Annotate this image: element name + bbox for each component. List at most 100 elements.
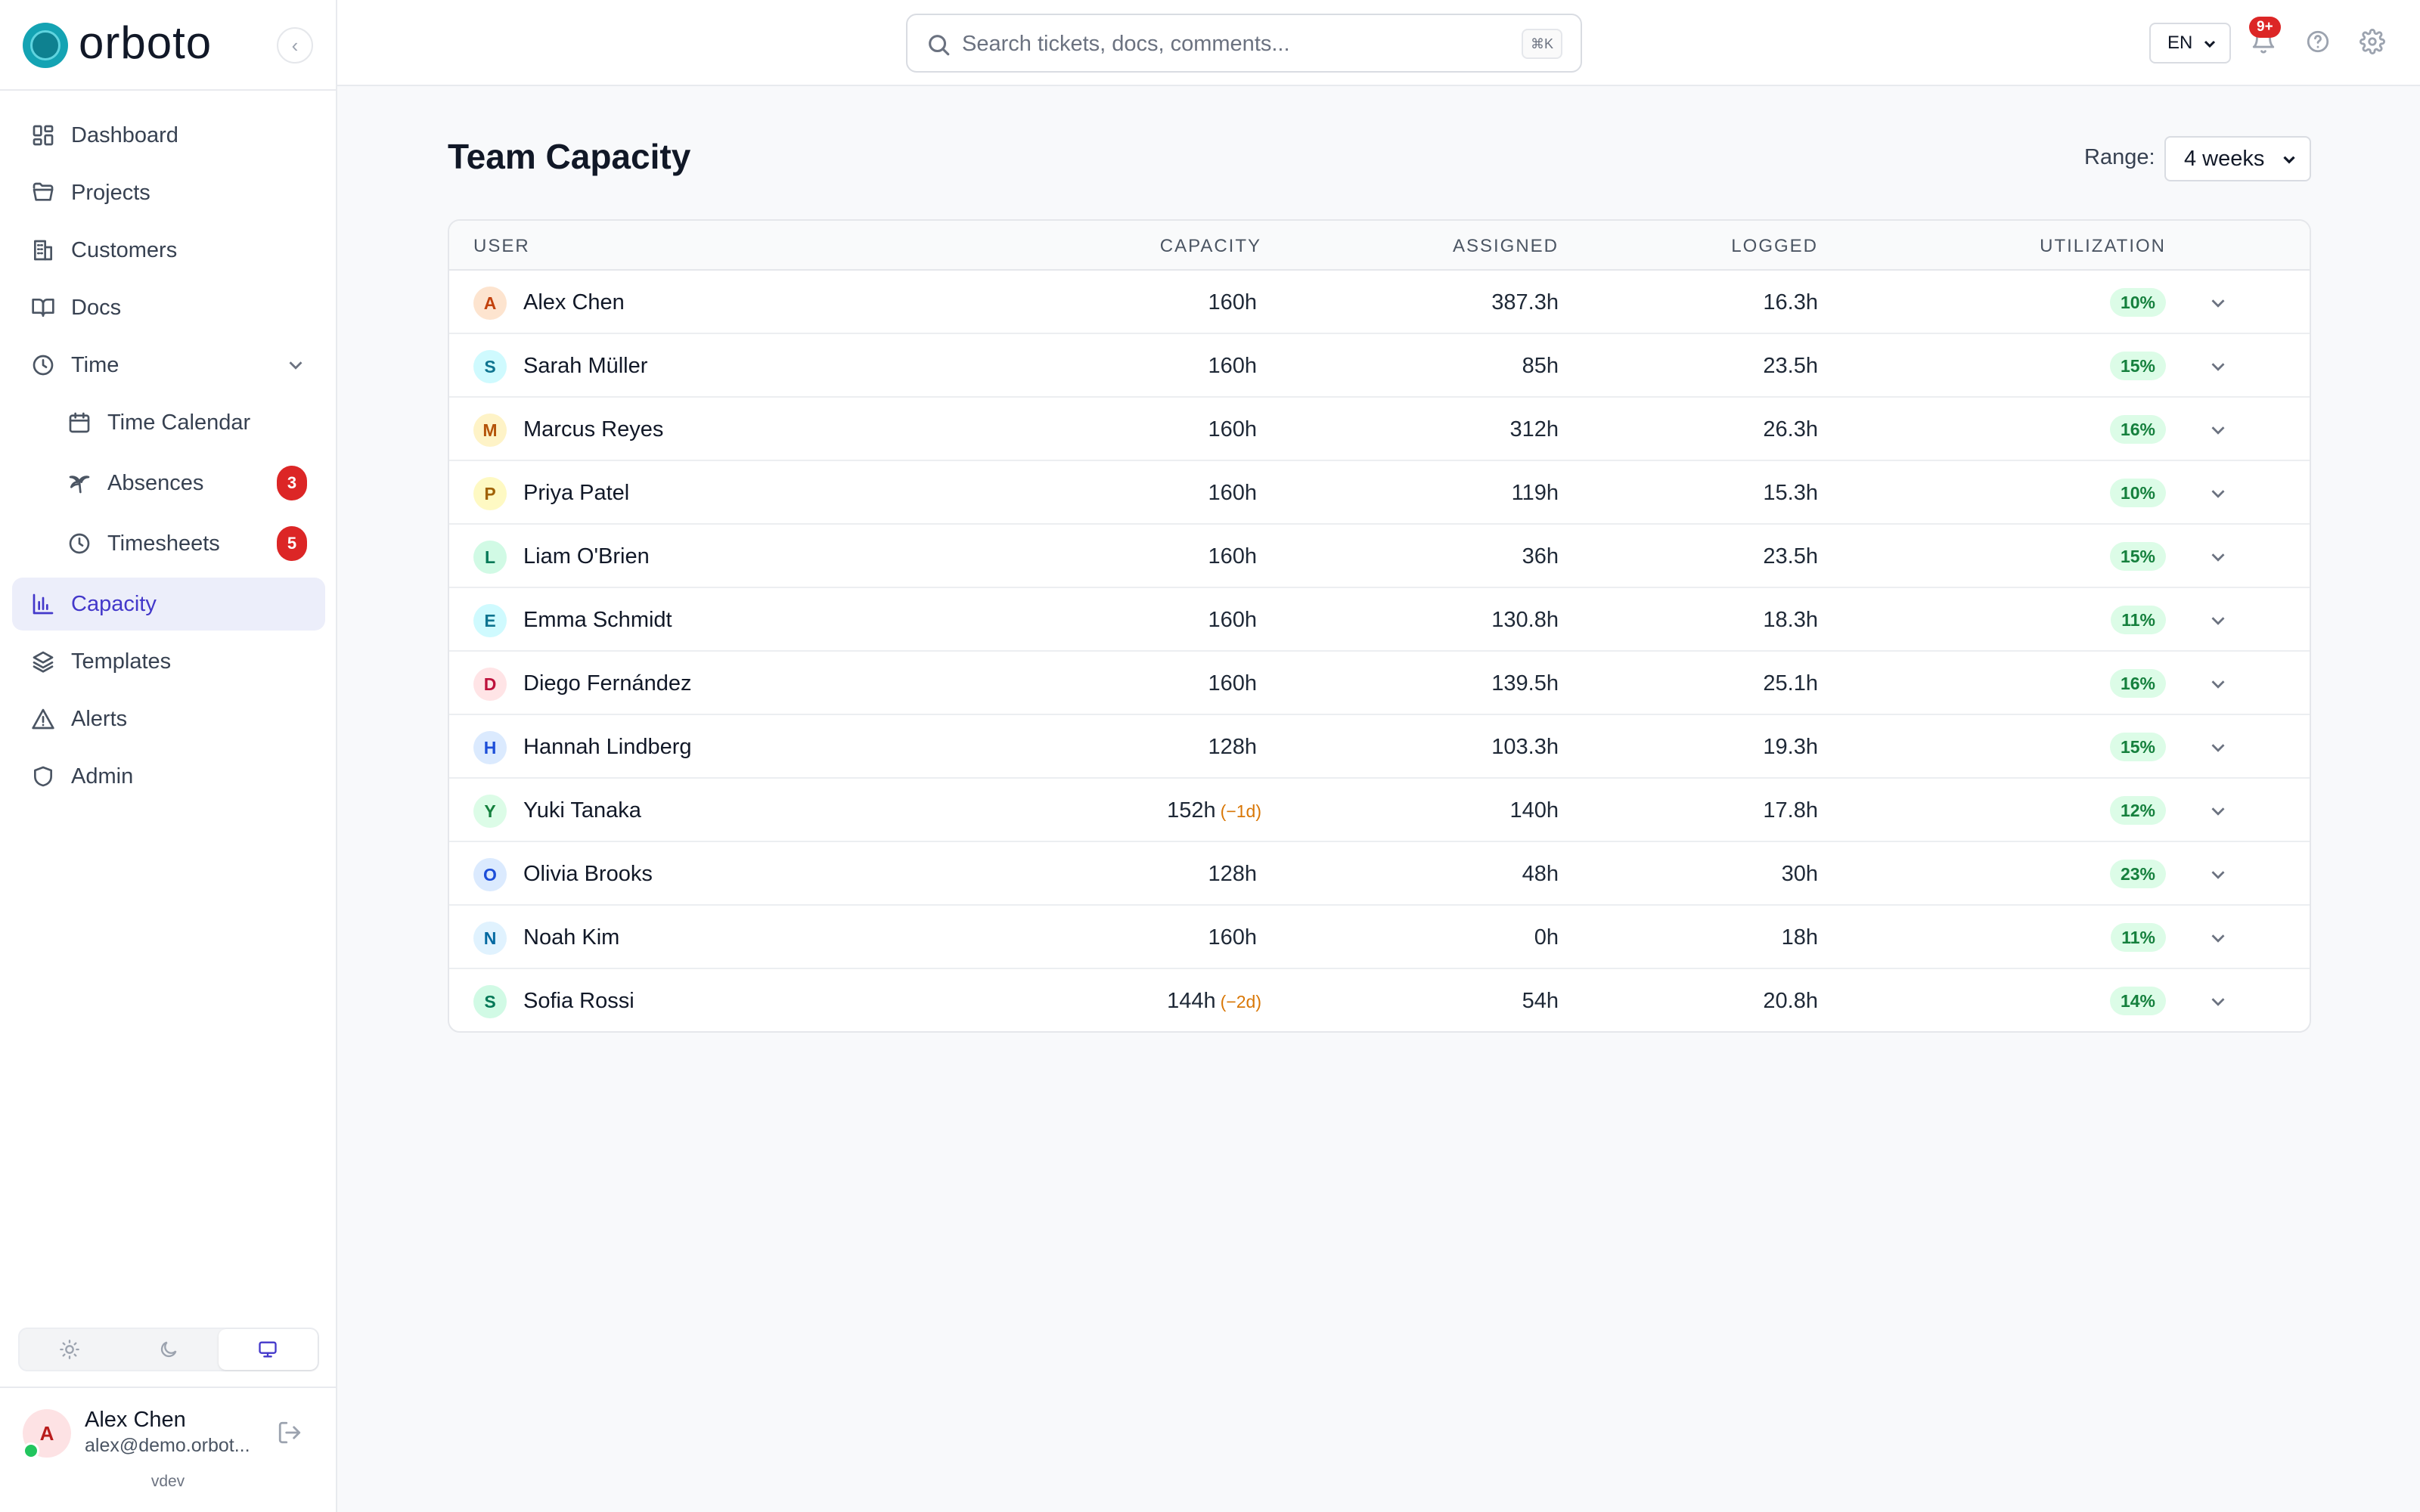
- expand-row-chevron-down-icon[interactable]: [2207, 355, 2229, 378]
- folder-open-icon: [30, 180, 56, 206]
- dashboard-grid-icon: [30, 122, 56, 148]
- sidebar-item-alerts[interactable]: Alerts: [12, 692, 325, 745]
- notifications-badge: 9+: [2249, 17, 2281, 38]
- capacity-value: 160h: [1208, 671, 1257, 696]
- sidebar-item-time[interactable]: Time: [12, 339, 325, 392]
- user-name: Priya Patel: [523, 481, 630, 505]
- theme-dark-button[interactable]: [119, 1329, 218, 1370]
- table-row[interactable]: O Olivia Brooks 128h 48h 30h 23%: [449, 842, 2310, 906]
- table-row[interactable]: S Sarah Müller 160h 85h 23.5h 15%: [449, 334, 2310, 398]
- table-row[interactable]: N Noah Kim 160h 0h 18h 11%: [449, 906, 2310, 969]
- sidebar-nav: Dashboard Projects Customers Docs Time T…: [12, 109, 325, 807]
- table-row[interactable]: E Emma Schmidt 160h 130.8h 18.3h 11%: [449, 588, 2310, 652]
- search-input[interactable]: [962, 27, 1506, 60]
- user-email: alex@demo.orbot...: [85, 1435, 250, 1456]
- avatar: Y: [473, 795, 507, 828]
- logged-value: 25.1h: [1763, 671, 1818, 696]
- sidebar-item-label: Dashboard: [71, 122, 178, 147]
- table-row[interactable]: A Alex Chen 160h 387.3h 16.3h 10%: [449, 271, 2310, 334]
- user-name: Noah Kim: [523, 925, 620, 950]
- avatar: L: [473, 541, 507, 574]
- global-search[interactable]: ⌘K: [906, 14, 1582, 73]
- sidebar-item-label: Time Calendar: [107, 410, 251, 435]
- chevron-left-icon: ‹: [291, 33, 299, 57]
- user-name: Diego Fernández: [523, 671, 692, 696]
- capacity-adjustment: (−2d): [1220, 992, 1261, 1012]
- utilization-badge: 10%: [2109, 479, 2166, 507]
- sun-icon: [59, 1340, 79, 1359]
- table-row[interactable]: M Marcus Reyes 160h 312h 26.3h 16%: [449, 398, 2310, 461]
- table-header: USER CAPACITY ASSIGNED LOGGED UTILIZATIO…: [449, 221, 2310, 271]
- logged-value: 17.8h: [1763, 798, 1818, 823]
- sidebar-item-dashboard[interactable]: Dashboard: [12, 109, 325, 162]
- assigned-value: 54h: [1522, 989, 1559, 1013]
- absences-count-badge: 3: [277, 466, 307, 500]
- sidebar-item-label: Absences: [107, 470, 204, 495]
- user-name: Emma Schmidt: [523, 608, 672, 632]
- expand-row-chevron-down-icon[interactable]: [2207, 736, 2229, 759]
- layers-icon: [30, 649, 56, 674]
- theme-light-button[interactable]: [20, 1329, 119, 1370]
- search-icon: [926, 32, 951, 57]
- sidebar-item-absences[interactable]: Absences 3: [12, 457, 325, 510]
- sidebar-item-capacity[interactable]: Capacity: [12, 578, 325, 631]
- sidebar-item-customers[interactable]: Customers: [12, 224, 325, 277]
- logged-value: 15.3h: [1763, 481, 1818, 505]
- sidebar-item-templates[interactable]: Templates: [12, 635, 325, 688]
- expand-row-chevron-down-icon[interactable]: [2207, 927, 2229, 950]
- sidebar-item-label: Projects: [71, 180, 150, 205]
- logged-value: 26.3h: [1763, 417, 1818, 442]
- top-bar: ⌘K EN 9+: [337, 0, 2420, 86]
- expand-row-chevron-down-icon[interactable]: [2207, 609, 2229, 632]
- sidebar-item-timesheets[interactable]: Timesheets 5: [12, 517, 325, 570]
- expand-row-chevron-down-icon[interactable]: [2207, 419, 2229, 442]
- sidebar-item-admin[interactable]: Admin: [12, 750, 325, 803]
- expand-row-chevron-down-icon[interactable]: [2207, 673, 2229, 696]
- table-row[interactable]: S Sofia Rossi 144h (−2d) 54h 20.8h 14%: [449, 969, 2310, 1031]
- expand-row-chevron-down-icon[interactable]: [2207, 292, 2229, 314]
- table-row[interactable]: Y Yuki Tanaka 152h (−1d) 140h 17.8h 12%: [449, 779, 2310, 842]
- collapse-sidebar-button[interactable]: ‹: [277, 27, 313, 64]
- gear-icon: [2360, 29, 2385, 54]
- expand-row-chevron-down-icon[interactable]: [2207, 482, 2229, 505]
- table-row[interactable]: L Liam O'Brien 160h 36h 23.5h 15%: [449, 525, 2310, 588]
- expand-row-chevron-down-icon[interactable]: [2207, 546, 2229, 569]
- logout-icon: [278, 1421, 301, 1444]
- range-value: 4 weeks: [2184, 146, 2265, 171]
- sidebar-item-label: Templates: [71, 649, 172, 674]
- theme-system-button[interactable]: [218, 1329, 318, 1370]
- sidebar-item-docs[interactable]: Docs: [12, 281, 325, 334]
- column-header-user: USER: [473, 236, 530, 256]
- logout-button[interactable]: [277, 1420, 304, 1447]
- range-select[interactable]: 4 weeks: [2164, 136, 2311, 181]
- help-button[interactable]: [2305, 29, 2332, 56]
- capacity-value: 160h: [1208, 608, 1257, 632]
- brand-header: orboto ‹: [0, 0, 336, 91]
- table-row[interactable]: D Diego Fernández 160h 139.5h 25.1h 16%: [449, 652, 2310, 715]
- search-shortcut-hint: ⌘K: [1521, 29, 1562, 59]
- settings-button[interactable]: [2360, 29, 2387, 56]
- warning-triangle-icon: [30, 706, 56, 732]
- expand-row-chevron-down-icon[interactable]: [2207, 990, 2229, 1013]
- table-body: A Alex Chen 160h 387.3h 16.3h 10% S Sara…: [449, 271, 2310, 1031]
- expand-row-chevron-down-icon[interactable]: [2207, 800, 2229, 823]
- logged-value: 23.5h: [1763, 544, 1818, 569]
- capacity-value: 160h: [1208, 417, 1257, 442]
- expand-row-chevron-down-icon[interactable]: [2207, 863, 2229, 886]
- avatar: N: [473, 922, 507, 955]
- sidebar-item-projects[interactable]: Projects: [12, 166, 325, 219]
- user-name: Olivia Brooks: [523, 862, 653, 886]
- capacity-value: 128h: [1208, 735, 1257, 759]
- utilization-badge: 15%: [2109, 733, 2166, 761]
- utilization-badge: 12%: [2109, 796, 2166, 825]
- sidebar-item-time-calendar[interactable]: Time Calendar: [12, 396, 325, 449]
- capacity-value: 160h: [1208, 925, 1257, 950]
- sidebar-item-label: Customers: [71, 237, 178, 262]
- language-select[interactable]: EN: [2149, 23, 2231, 64]
- table-row[interactable]: P Priya Patel 160h 119h 15.3h 10%: [449, 461, 2310, 525]
- brand-name: orboto: [79, 17, 213, 68]
- table-row[interactable]: H Hannah Lindberg 128h 103.3h 19.3h 15%: [449, 715, 2310, 779]
- capacity-value: 128h: [1208, 862, 1257, 886]
- assigned-value: 387.3h: [1491, 290, 1559, 314]
- avatar: O: [473, 858, 507, 891]
